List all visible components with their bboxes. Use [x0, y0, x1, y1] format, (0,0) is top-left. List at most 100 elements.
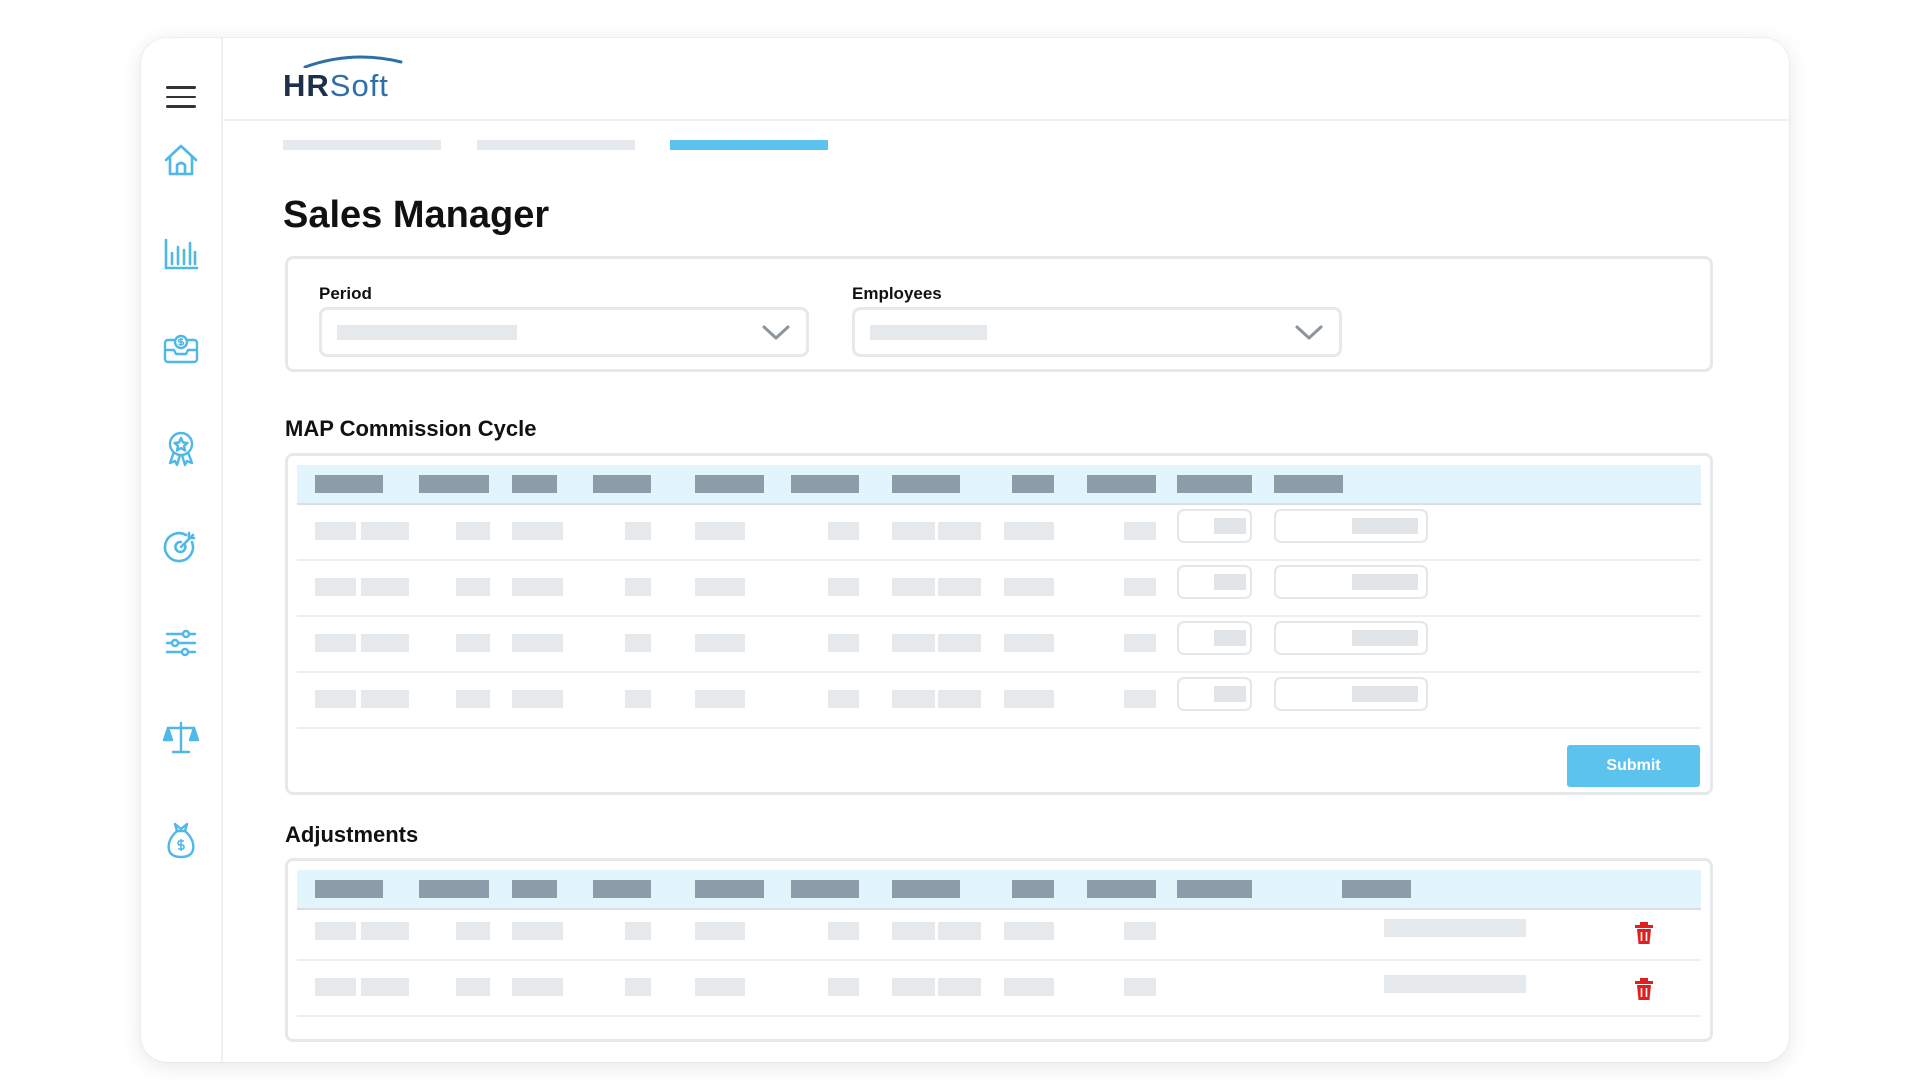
- table-cell: [361, 634, 409, 652]
- table-cell: [512, 922, 563, 940]
- column-header: [892, 880, 960, 898]
- table-cell: [1124, 690, 1156, 708]
- input-placeholder: [1214, 630, 1246, 646]
- table-cell: [361, 978, 409, 996]
- table-row: [297, 959, 1701, 1017]
- table-cell: [828, 634, 859, 652]
- sliders-icon[interactable]: [161, 623, 201, 663]
- column-header: [1342, 880, 1411, 898]
- table-cell: [625, 690, 651, 708]
- column-header: [419, 475, 489, 493]
- award-badge-icon[interactable]: [161, 428, 201, 468]
- column-header: [512, 475, 557, 493]
- table-cell: [1004, 690, 1054, 708]
- table-cell: [695, 522, 745, 540]
- money-bag-icon[interactable]: [161, 820, 201, 860]
- table-input-small[interactable]: [1177, 677, 1252, 711]
- table-cell: [938, 978, 981, 996]
- table-cell: [512, 578, 563, 596]
- table-input-wide[interactable]: [1274, 677, 1428, 711]
- input-placeholder: [1352, 574, 1418, 590]
- table-cell: [1004, 522, 1054, 540]
- table-cell: [1124, 922, 1156, 940]
- table-cell: [938, 634, 981, 652]
- table-cell: [456, 690, 490, 708]
- table-cell: [456, 522, 490, 540]
- adjustments-section-title: Adjustments: [285, 822, 419, 847]
- period-dropdown[interactable]: [319, 307, 809, 357]
- table-cell: [456, 922, 490, 940]
- step-tab-2[interactable]: [477, 140, 635, 150]
- delete-trash-icon[interactable]: [1633, 921, 1655, 945]
- table-cell: [1004, 922, 1054, 940]
- table-cell: [625, 634, 651, 652]
- adjustments-table: [285, 858, 1713, 1042]
- table-cell: [315, 922, 356, 940]
- delete-trash-icon[interactable]: [1633, 977, 1655, 1001]
- column-header: [1012, 475, 1054, 493]
- table-cell: [1124, 522, 1156, 540]
- table-cell: [1384, 919, 1526, 937]
- input-placeholder: [1352, 630, 1418, 646]
- table-cell: [315, 522, 356, 540]
- column-header: [419, 880, 489, 898]
- table-cell: [1124, 578, 1156, 596]
- step-tab-1[interactable]: [283, 140, 441, 150]
- table-cell: [456, 978, 490, 996]
- column-header: [1274, 475, 1343, 493]
- column-header: [791, 880, 859, 898]
- column-header: [1012, 880, 1054, 898]
- table-cell: [938, 578, 981, 596]
- table-cell: [828, 690, 859, 708]
- table-cell: [361, 522, 409, 540]
- column-header: [593, 475, 651, 493]
- table-input-wide[interactable]: [1274, 621, 1428, 655]
- target-icon[interactable]: [161, 527, 201, 567]
- column-header: [315, 880, 383, 898]
- table-cell: [892, 690, 935, 708]
- table-row: [297, 903, 1701, 961]
- hamburger-menu-icon[interactable]: [166, 86, 196, 108]
- table-cell: [625, 922, 651, 940]
- table-cell: [1384, 975, 1526, 993]
- table-input-small[interactable]: [1177, 565, 1252, 599]
- table-cell: [456, 578, 490, 596]
- input-placeholder: [1214, 574, 1246, 590]
- table-input-small[interactable]: [1177, 621, 1252, 655]
- money-inbox-icon[interactable]: [161, 328, 201, 368]
- table-cell: [361, 922, 409, 940]
- table-cell: [625, 978, 651, 996]
- input-placeholder: [1352, 686, 1418, 702]
- home-icon[interactable]: [161, 140, 201, 180]
- table-cell: [892, 578, 935, 596]
- scales-icon[interactable]: [161, 718, 201, 758]
- column-header: [593, 880, 651, 898]
- employees-dropdown[interactable]: [852, 307, 1342, 357]
- table-input-small[interactable]: [1177, 509, 1252, 543]
- table-cell: [828, 978, 859, 996]
- table-cell: [456, 634, 490, 652]
- bar-chart-icon[interactable]: [161, 234, 201, 274]
- table-cell: [938, 690, 981, 708]
- hrsoft-logo[interactable]: HRSoft: [283, 54, 413, 104]
- table-cell: [625, 578, 651, 596]
- table-cell: [892, 634, 935, 652]
- table-cell: [512, 690, 563, 708]
- table-cell: [828, 922, 859, 940]
- submit-button[interactable]: Submit: [1567, 745, 1700, 787]
- table-input-wide[interactable]: [1274, 565, 1428, 599]
- step-tab-3-active[interactable]: [670, 140, 828, 150]
- table-row: [297, 559, 1701, 617]
- table-cell: [695, 978, 745, 996]
- input-placeholder: [1214, 518, 1246, 534]
- table-cell: [512, 978, 563, 996]
- table-cell: [695, 578, 745, 596]
- column-header: [1087, 880, 1156, 898]
- table-input-wide[interactable]: [1274, 509, 1428, 543]
- table-cell: [361, 690, 409, 708]
- sidebar: [141, 38, 223, 1062]
- column-header: [1177, 880, 1252, 898]
- table-cell: [828, 578, 859, 596]
- input-placeholder: [1352, 518, 1418, 534]
- table-cell: [625, 522, 651, 540]
